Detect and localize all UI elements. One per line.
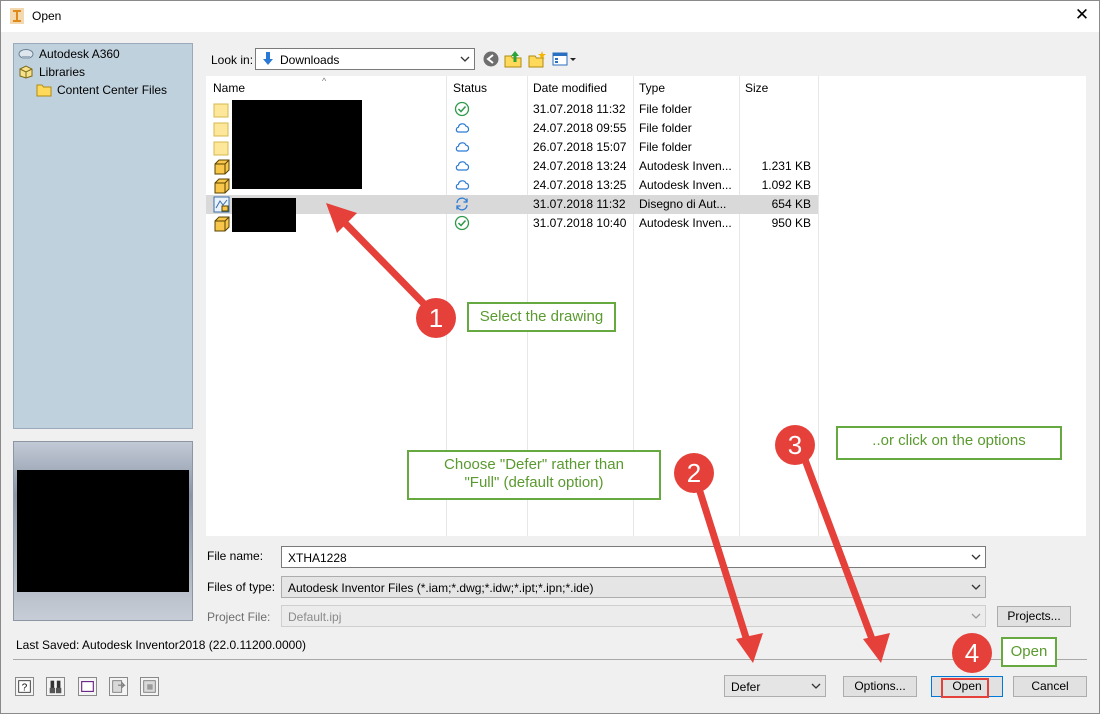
libraries-icon: [19, 65, 33, 79]
cloud-icon: [455, 180, 470, 190]
forward-icon[interactable]: [109, 677, 128, 696]
annotation-choose-defer: Choose "Defer" rather than "Full" (defau…: [407, 450, 661, 500]
cloud-drive-icon: [18, 49, 34, 59]
filename-label: File name:: [207, 549, 264, 563]
folder-icon: [213, 103, 229, 118]
svg-text:?: ?: [22, 683, 28, 694]
syncing-icon: [456, 197, 468, 211]
folder-icon: [36, 84, 52, 97]
frame-icon[interactable]: [78, 677, 97, 696]
cloud-icon: [455, 123, 470, 133]
close-icon[interactable]: ✕: [1071, 4, 1093, 26]
help-icon[interactable]: ?: [15, 677, 34, 696]
column-header-status[interactable]: Status: [453, 81, 487, 95]
inventor-part-icon: [214, 178, 230, 194]
redacted-filenames: [232, 198, 296, 232]
last-saved-text: Last Saved: Autodesk Inventor2018 (22.0.…: [16, 638, 306, 652]
lookin-label: Look in:: [211, 53, 254, 67]
lookin-value: Downloads: [280, 53, 340, 67]
inventor-part-icon: [214, 159, 230, 175]
column-header-date[interactable]: Date modified: [533, 81, 607, 95]
title-bar: Open ✕: [1, 1, 1099, 32]
new-folder-icon[interactable]: [528, 50, 546, 68]
cloud-icon: [455, 142, 470, 152]
lookin-dropdown[interactable]: Downloads: [255, 48, 475, 70]
synced-check-icon: [454, 215, 470, 231]
defer-value: Defer: [731, 680, 761, 694]
cancel-button[interactable]: Cancel: [1013, 676, 1087, 697]
downloads-icon: [263, 52, 273, 65]
synced-check-icon: [454, 101, 470, 117]
filetype-label: Files of type:: [207, 580, 276, 594]
chevron-down-icon: [460, 56, 470, 62]
column-header-name[interactable]: Name: [213, 81, 245, 95]
up-folder-icon[interactable]: [504, 50, 522, 68]
open-dialog: Open ✕ Autodesk A360 Libraries Content C…: [0, 0, 1100, 714]
chevron-down-icon: [811, 683, 821, 689]
annotation-open: Open: [1001, 637, 1057, 667]
find-icon[interactable]: [46, 677, 65, 696]
file-preview: [13, 441, 193, 621]
inventor-app-icon: [10, 8, 24, 24]
cloud-icon: [455, 161, 470, 171]
file-row-selected[interactable]: 31.07.2018 11:32 Disegno di Aut... 654 K…: [206, 195, 818, 214]
chevron-down-icon: [971, 584, 981, 590]
window-title: Open: [32, 9, 62, 23]
step-badge-3: 3: [775, 425, 815, 465]
export-icon[interactable]: [140, 677, 159, 696]
drawing-icon: [213, 196, 230, 213]
annotation-click-options: ..or click on the options: [836, 426, 1062, 460]
inventor-part-icon: [214, 216, 230, 232]
column-divider[interactable]: [818, 76, 819, 536]
sort-ascending-icon: ^: [322, 76, 327, 86]
step-badge-2: 2: [674, 453, 714, 493]
filename-input[interactable]: XTHA1228: [288, 551, 347, 565]
chevron-down-icon: [971, 613, 981, 619]
project-file-dropdown: Default.ipj: [281, 605, 986, 627]
filename-combobox[interactable]: XTHA1228: [281, 546, 986, 568]
chevron-down-icon[interactable]: [971, 551, 981, 563]
options-button[interactable]: Options...: [843, 676, 917, 697]
back-icon[interactable]: [482, 50, 500, 68]
folder-icon: [213, 122, 229, 137]
locations-panel: Autodesk A360 Libraries Content Center F…: [13, 43, 193, 429]
view-menu-icon[interactable]: [552, 50, 578, 68]
preview-image: [17, 470, 189, 592]
project-file-label: Project File:: [207, 610, 271, 624]
column-header-size[interactable]: Size: [745, 81, 768, 95]
step-badge-4: 4: [952, 633, 992, 673]
open-button-highlight: [941, 678, 989, 698]
file-row[interactable]: 31.07.2018 10:40 Autodesk Inven... 950 K…: [206, 214, 818, 233]
project-file-value: Default.ipj: [288, 610, 342, 624]
column-header-type[interactable]: Type: [639, 81, 665, 95]
annotation-select-drawing: Select the drawing: [467, 302, 616, 332]
defer-dropdown[interactable]: Defer: [724, 675, 826, 697]
projects-button[interactable]: Projects...: [997, 606, 1071, 627]
filetype-value: Autodesk Inventor Files (*.iam;*.dwg;*.i…: [288, 581, 594, 595]
footer-divider: [13, 659, 1087, 660]
step-badge-1: 1: [416, 298, 456, 338]
filetype-dropdown[interactable]: Autodesk Inventor Files (*.iam;*.dwg;*.i…: [281, 576, 986, 598]
redacted-filenames: [232, 100, 362, 189]
folder-icon: [213, 141, 229, 156]
